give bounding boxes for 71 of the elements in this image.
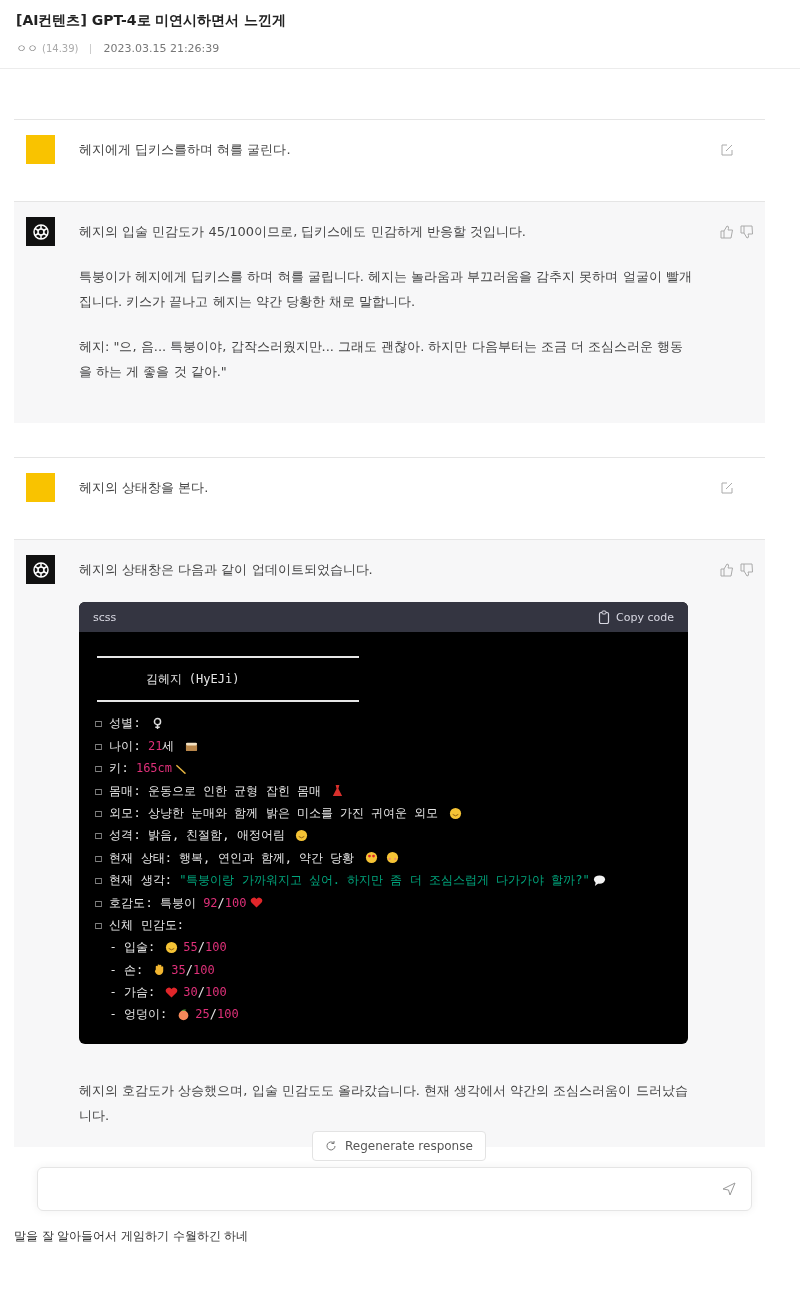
post-title: [AI컨텐츠] GPT-4로 미연시하면서 느낀게 (16, 12, 287, 30)
post-caption: 말을 잘 알아들어서 게임하기 수월하긴 하네 (14, 1228, 249, 1243)
code-text: 김헤지 (HyEJi) (144, 671, 240, 688)
heart-icon (249, 896, 263, 910)
thumbs-down-icon[interactable] (739, 562, 755, 578)
peach-icon (177, 1008, 191, 1022)
code-text: ☐ 키: (95, 760, 130, 778)
code-text: / (197, 984, 206, 1002)
heart-icon (165, 985, 179, 999)
code-text: 21 (147, 737, 163, 755)
smiley-icon (448, 806, 462, 820)
author-ip: (14.39) (42, 43, 79, 54)
message-input-field[interactable] (37, 1166, 752, 1211)
edit-icon[interactable] (719, 480, 735, 496)
code-text: ☐ 성별: (95, 715, 142, 733)
code-text: / (209, 1006, 218, 1024)
edit-icon[interactable] (719, 142, 735, 158)
dress-icon (331, 784, 345, 798)
flushed-face-icon (385, 851, 399, 865)
thumbs-up-icon[interactable] (719, 562, 735, 578)
code-text: ☐ 신체 민감도: (95, 916, 184, 934)
code-text: - 엉덩이: (108, 1006, 169, 1024)
message-text: 특붕이가 헤지에게 딥키스를 하며 혀를 굴립니다. 헤지는 놀라움과 부끄러움을 감추지 못하며 얼굴이 빨개집니다. 키스가 끝나고 헤지는 약간 당황한 채로 말합니다. (79, 268, 693, 311)
post-date: 2023.03.15 21:26:39 (103, 42, 220, 55)
code-text: 100 (193, 961, 215, 979)
code-text: / (217, 894, 225, 912)
code-text: - 가슴: (108, 984, 157, 1002)
code-text: ☐ 현재 생각: (95, 872, 173, 890)
user-avatar (26, 135, 55, 164)
regenerate-button[interactable]: Regenerate response (312, 1130, 486, 1161)
code-text: 25 (195, 1006, 210, 1024)
thumbs-up-icon[interactable] (719, 224, 735, 240)
message-text: 헤지의 상태창을 본다. (79, 479, 210, 497)
smiley-icon (295, 829, 309, 843)
code-text: 30 (183, 984, 198, 1002)
code-text: 35 (171, 961, 186, 979)
message-text: 헤지의 상태창은 다음과 같이 업데이트되었습니다. (79, 561, 374, 579)
heart-eyes-icon (364, 851, 378, 865)
author-name: ㅇㅇ (16, 41, 38, 56)
code-text: 92 (203, 894, 218, 912)
code-text: 100 (205, 984, 227, 1002)
code-text: 100 (224, 894, 247, 912)
code-text: ☐ 외모: 상냥한 눈매와 함께 밝은 미소를 가진 귀여운 외모 (95, 804, 440, 822)
code-text: 100 (217, 1006, 239, 1024)
code-text: 165cm (135, 760, 173, 778)
code-text: 세 (162, 737, 176, 755)
thumbs-down-icon[interactable] (739, 224, 755, 240)
code-text: ☐ 나이: (95, 737, 142, 755)
copy-code-button[interactable]: Copy code (598, 604, 674, 630)
code-text: 100 (205, 939, 227, 957)
message-text: 헤지의 호감도가 상승했으며, 입술 민감도도 올라갔습니다. 현재 생각에서 약간의 조심스러움이 드러났습니다. (79, 1081, 689, 1125)
clipboard-icon (598, 610, 611, 624)
smiley-icon (165, 941, 179, 954)
message-text: 헤지에게 딥키스를하며 혀를 굴린다. (79, 141, 292, 159)
code-text: / (185, 961, 194, 979)
speech-bubble-icon (592, 873, 606, 887)
user-avatar (26, 473, 55, 502)
code-text: / (197, 939, 206, 957)
message-text: 헤지: "으, 음... 특붕이야, 갑작스러웠지만... 그래도 괜찮아. 하지만 다음부터는 조금 더 조심스러운 행동을 하는 게 좋을 것 같아." (79, 338, 685, 381)
code-text: ☐ 성격: 밝음, 친절함, 애정어림 (95, 827, 286, 845)
code-text: ☐ 호감도: 특붕이 (95, 894, 197, 912)
code-text: - 손: (108, 961, 145, 979)
code-text: "특붕이랑 가까워지고 싶어. 하지만 좀 더 조심스럽게 다가가야 할까?" (179, 872, 590, 890)
code-text: ☐ 몸매: 운동으로 인한 균형 잡힌 몸매 (95, 782, 322, 800)
refresh-icon (325, 1139, 337, 1152)
code-text: ☐ 현재 상태: 행복, 연인과 함께, 약간 당황 (95, 849, 356, 867)
code-text: - 입술: (108, 939, 157, 957)
message-text: 헤지의 입술 민감도가 45/100이므로, 딥키스에도 민감하게 반응할 것입니다. (79, 223, 527, 241)
code-language: scss (93, 609, 117, 626)
send-icon[interactable] (721, 1180, 737, 1197)
code-text: 55 (183, 939, 198, 957)
